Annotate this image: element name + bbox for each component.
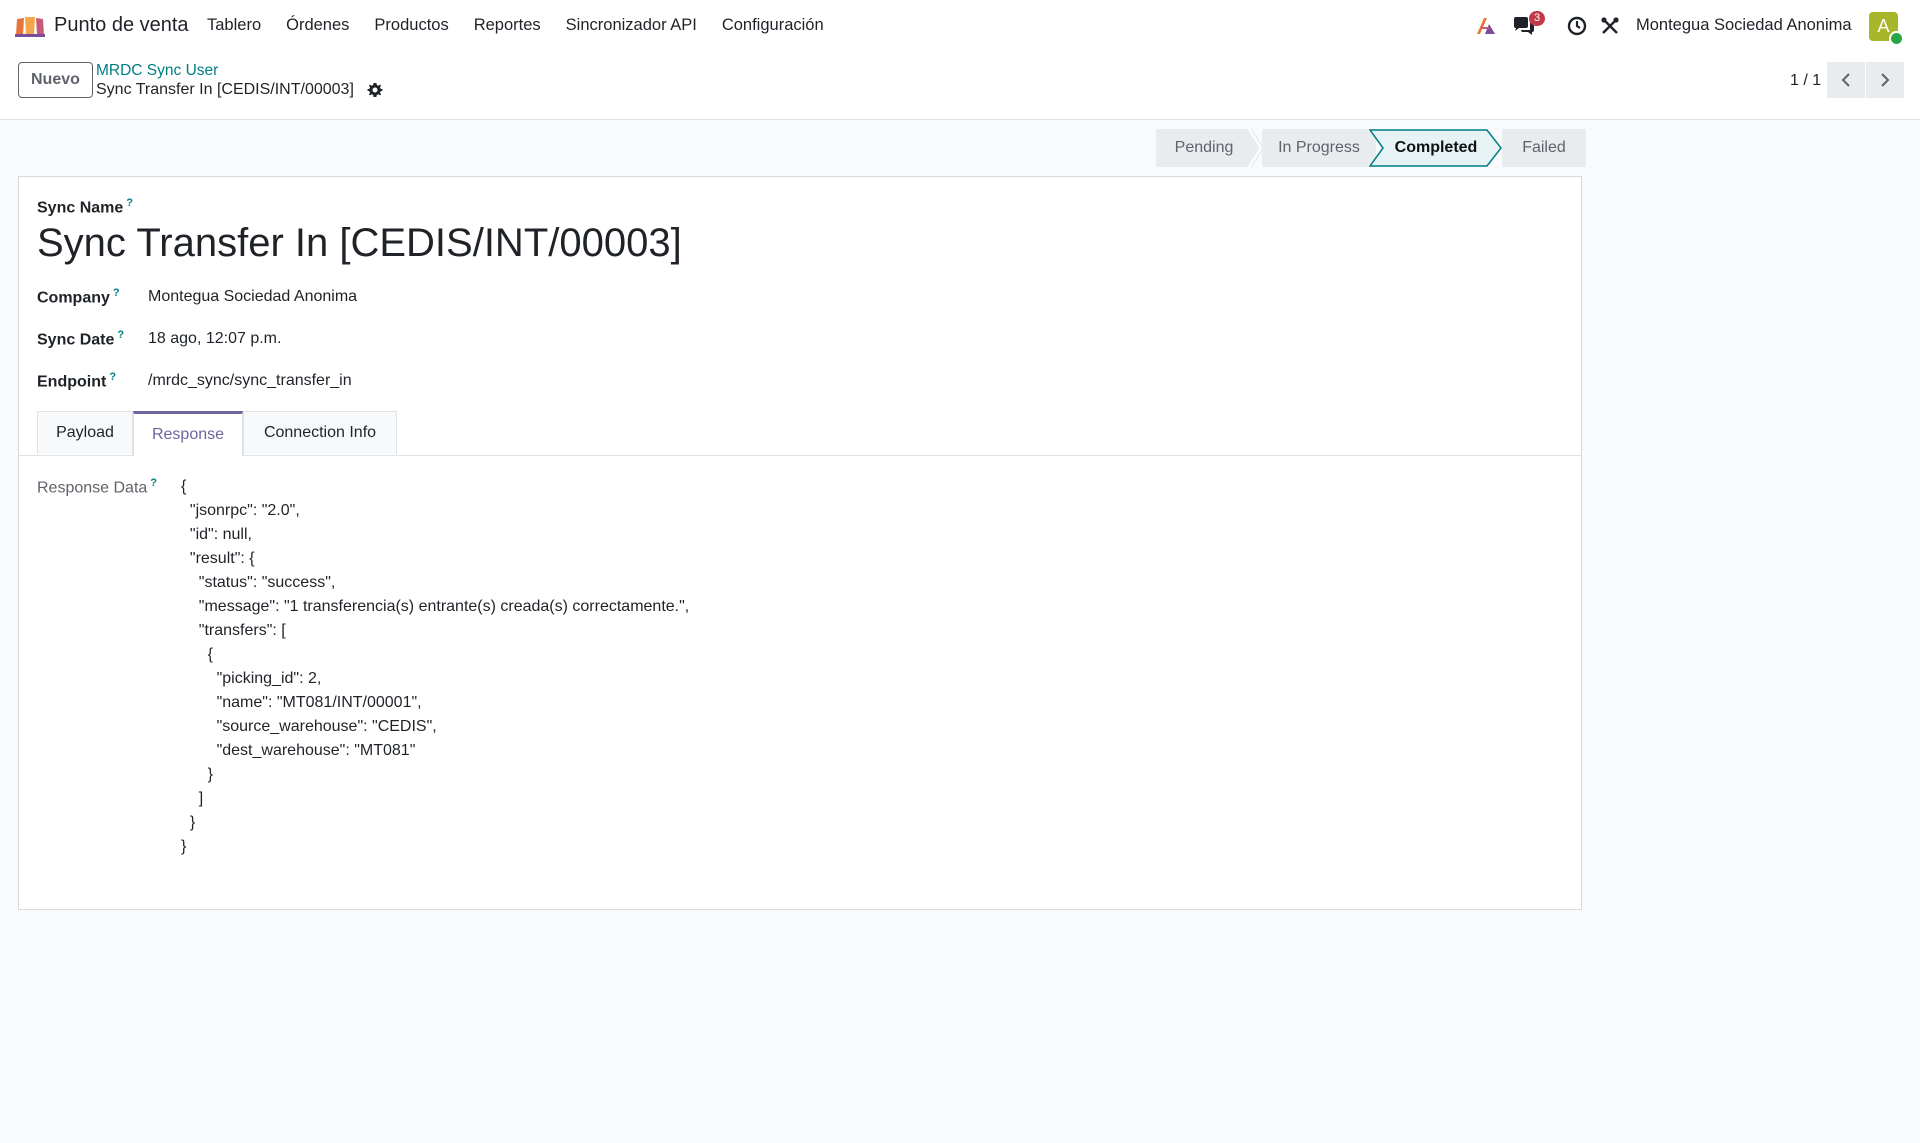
- endpoint-field[interactable]: /mrdc_sync/sync_transfer_in: [148, 372, 352, 390]
- stage-pending[interactable]: Pending: [1156, 129, 1252, 167]
- help-tooltip-icon[interactable]: ?: [126, 197, 133, 209]
- menu-item-sincronizador-api[interactable]: Sincronizador API: [566, 16, 697, 35]
- gear-icon[interactable]: [367, 82, 383, 98]
- breadcrumb-parent-link[interactable]: MRDC Sync User: [96, 62, 218, 80]
- messages-count-badge: 3: [1529, 11, 1546, 26]
- online-status-dot: [1889, 31, 1904, 46]
- help-tooltip-icon[interactable]: ?: [109, 371, 116, 383]
- tab-response[interactable]: Response: [133, 411, 243, 456]
- notebook-tabs: Payload Response Connection Info: [19, 411, 1581, 456]
- response-data-label: Response Data?: [37, 477, 158, 497]
- chevron-left-icon: [1841, 73, 1850, 87]
- menu-item-reportes[interactable]: Reportes: [474, 16, 541, 35]
- company-label: Company?: [37, 287, 120, 307]
- sync-date-field[interactable]: 18 ago, 12:07 p.m.: [148, 330, 281, 348]
- chevron-right-icon: [1881, 73, 1890, 87]
- company-field[interactable]: Montegua Sociedad Anonima: [148, 288, 357, 306]
- activity-clock-icon[interactable]: [1565, 14, 1589, 38]
- help-tooltip-icon[interactable]: ?: [113, 287, 120, 299]
- new-button[interactable]: Nuevo: [18, 62, 93, 98]
- tools-icon[interactable]: [1598, 14, 1622, 38]
- sync-name-label: Sync Name?: [37, 197, 133, 217]
- ai-assistant-icon[interactable]: [1474, 14, 1498, 38]
- help-tooltip-icon[interactable]: ?: [117, 329, 124, 341]
- top-navbar: Punto de venta Tablero Órdenes Productos…: [0, 0, 1920, 52]
- tab-payload[interactable]: Payload: [37, 411, 133, 454]
- response-data-field[interactable]: { "jsonrpc": "2.0", "id": null, "result"…: [181, 475, 689, 859]
- menu-item-tablero[interactable]: Tablero: [207, 16, 261, 35]
- menu-item-productos[interactable]: Productos: [374, 16, 448, 35]
- control-panel: Nuevo MRDC Sync User Sync Transfer In [C…: [0, 52, 1920, 120]
- menu-item-ordenes[interactable]: Órdenes: [286, 16, 349, 35]
- record-title[interactable]: Sync Transfer In [CEDIS/INT/00003]: [37, 221, 682, 266]
- endpoint-label: Endpoint?: [37, 371, 117, 391]
- sync-date-label: Sync Date?: [37, 329, 125, 349]
- tab-connection-info[interactable]: Connection Info: [243, 411, 397, 454]
- stage-failed[interactable]: Failed: [1502, 129, 1586, 167]
- pager-value[interactable]: 1 / 1: [1790, 72, 1821, 90]
- stage-in-progress[interactable]: In Progress: [1262, 129, 1376, 167]
- menu-item-configuracion[interactable]: Configuración: [722, 16, 824, 35]
- company-switcher[interactable]: Montegua Sociedad Anonima: [1636, 16, 1852, 35]
- form-sheet: Sync Name? Sync Transfer In [CEDIS/INT/0…: [18, 176, 1582, 910]
- breadcrumb-current: Sync Transfer In [CEDIS/INT/00003]: [96, 81, 354, 98]
- app-name[interactable]: Punto de venta: [54, 14, 189, 37]
- help-tooltip-icon[interactable]: ?: [150, 477, 157, 489]
- stage-completed[interactable]: Completed: [1384, 129, 1488, 167]
- pager-next-button[interactable]: [1866, 62, 1904, 98]
- main-menu: Tablero Órdenes Productos Reportes Sincr…: [207, 16, 849, 35]
- pos-app-icon[interactable]: [15, 15, 45, 37]
- pager-previous-button[interactable]: [1827, 62, 1865, 98]
